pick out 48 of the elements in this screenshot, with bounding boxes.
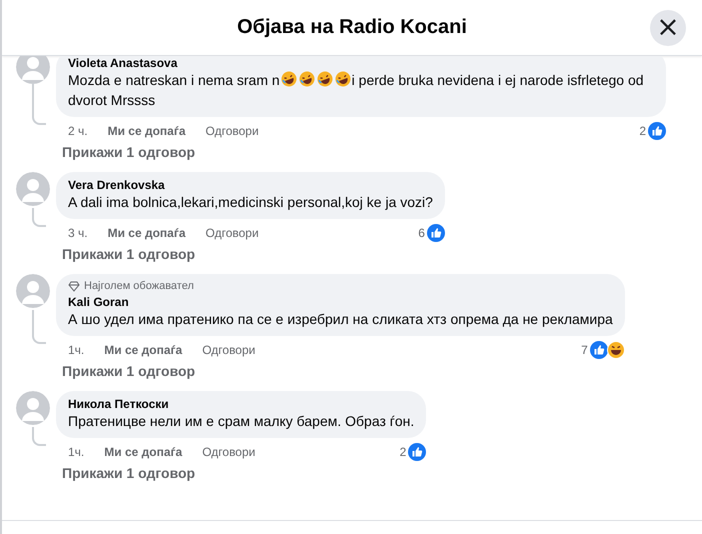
show-replies-link[interactable]: Прикажи 1 одговор bbox=[62, 363, 196, 379]
laughing-reaction-icon bbox=[606, 341, 625, 359]
like-link[interactable]: Ми се допаѓа bbox=[108, 124, 186, 138]
reply-link[interactable]: Одговори bbox=[206, 124, 259, 138]
laughing-emoji-icon bbox=[280, 71, 297, 87]
like-reaction-icon bbox=[590, 341, 608, 359]
comment-text: Mozda e natreskan i nema sram n i perde bruka nevidena i ej narode isfrletego od dvorot Mrssss bbox=[68, 70, 645, 110]
like-reaction-icon bbox=[648, 122, 666, 140]
laughing-emoji-icon bbox=[298, 71, 315, 87]
show-replies-link[interactable]: Прикажи 1 одговор bbox=[62, 465, 196, 481]
comment-author[interactable]: Violeta Anastasova bbox=[68, 56, 654, 70]
comment-author[interactable]: Vera Drenkovska bbox=[68, 178, 433, 192]
reaction-count[interactable]: 2 bbox=[639, 124, 646, 138]
like-link[interactable]: Ми се допаѓа bbox=[108, 226, 186, 240]
like-link[interactable]: Ми се допаѓа bbox=[104, 343, 182, 357]
reaction-count[interactable]: 6 bbox=[418, 226, 425, 240]
reply-link[interactable]: Одговори bbox=[202, 343, 256, 357]
laughing-emoji-icon bbox=[316, 71, 333, 87]
thread-line bbox=[32, 427, 46, 446]
comment-time[interactable]: 2 ч. bbox=[68, 124, 88, 138]
reply-link[interactable]: Одговори bbox=[202, 445, 256, 459]
comment-text: A dali ima bolnica,lekari,medicinski personal,koj ke ja vozi? bbox=[68, 193, 433, 212]
avatar[interactable] bbox=[16, 274, 50, 308]
comment-author[interactable]: Никола Петкоски bbox=[68, 397, 414, 411]
like-link[interactable]: Ми се допаѓа bbox=[104, 445, 182, 459]
fan-badge-label: Најголем обожавател bbox=[84, 280, 194, 292]
avatar[interactable] bbox=[16, 56, 50, 84]
avatar[interactable] bbox=[16, 172, 50, 206]
comment-time[interactable]: 1ч. bbox=[68, 343, 84, 357]
avatar[interactable] bbox=[16, 391, 50, 425]
comment-time[interactable]: 3 ч. bbox=[68, 226, 88, 240]
show-replies-link[interactable]: Прикажи 1 одговор bbox=[62, 144, 196, 160]
like-reaction-icon bbox=[408, 443, 426, 461]
comment-text: А шо удел има пратенико па се е изребрил на сликата хтз опрема да не рекламира bbox=[68, 310, 613, 329]
show-replies-link[interactable]: Прикажи 1 одговор bbox=[62, 246, 196, 262]
like-reaction-icon bbox=[426, 224, 445, 242]
reaction-count[interactable]: 7 bbox=[581, 343, 588, 357]
comment-author[interactable]: Kali Goran bbox=[68, 295, 613, 309]
reply-link[interactable]: Одговори bbox=[206, 226, 259, 240]
thread-line bbox=[32, 310, 46, 344]
comment-text: Пратеницве нели им е срам малку барем. Образ ѓон. bbox=[68, 412, 414, 431]
laughing-emoji-icon bbox=[334, 71, 351, 87]
reaction-count[interactable]: 2 bbox=[400, 445, 406, 459]
dialog-title: Објава на Radio Kocani bbox=[237, 16, 467, 39]
thread-line bbox=[32, 208, 46, 227]
comment-time[interactable]: 1ч. bbox=[68, 445, 84, 459]
close-button[interactable]: × bbox=[650, 10, 686, 46]
diamond-icon bbox=[68, 280, 80, 292]
